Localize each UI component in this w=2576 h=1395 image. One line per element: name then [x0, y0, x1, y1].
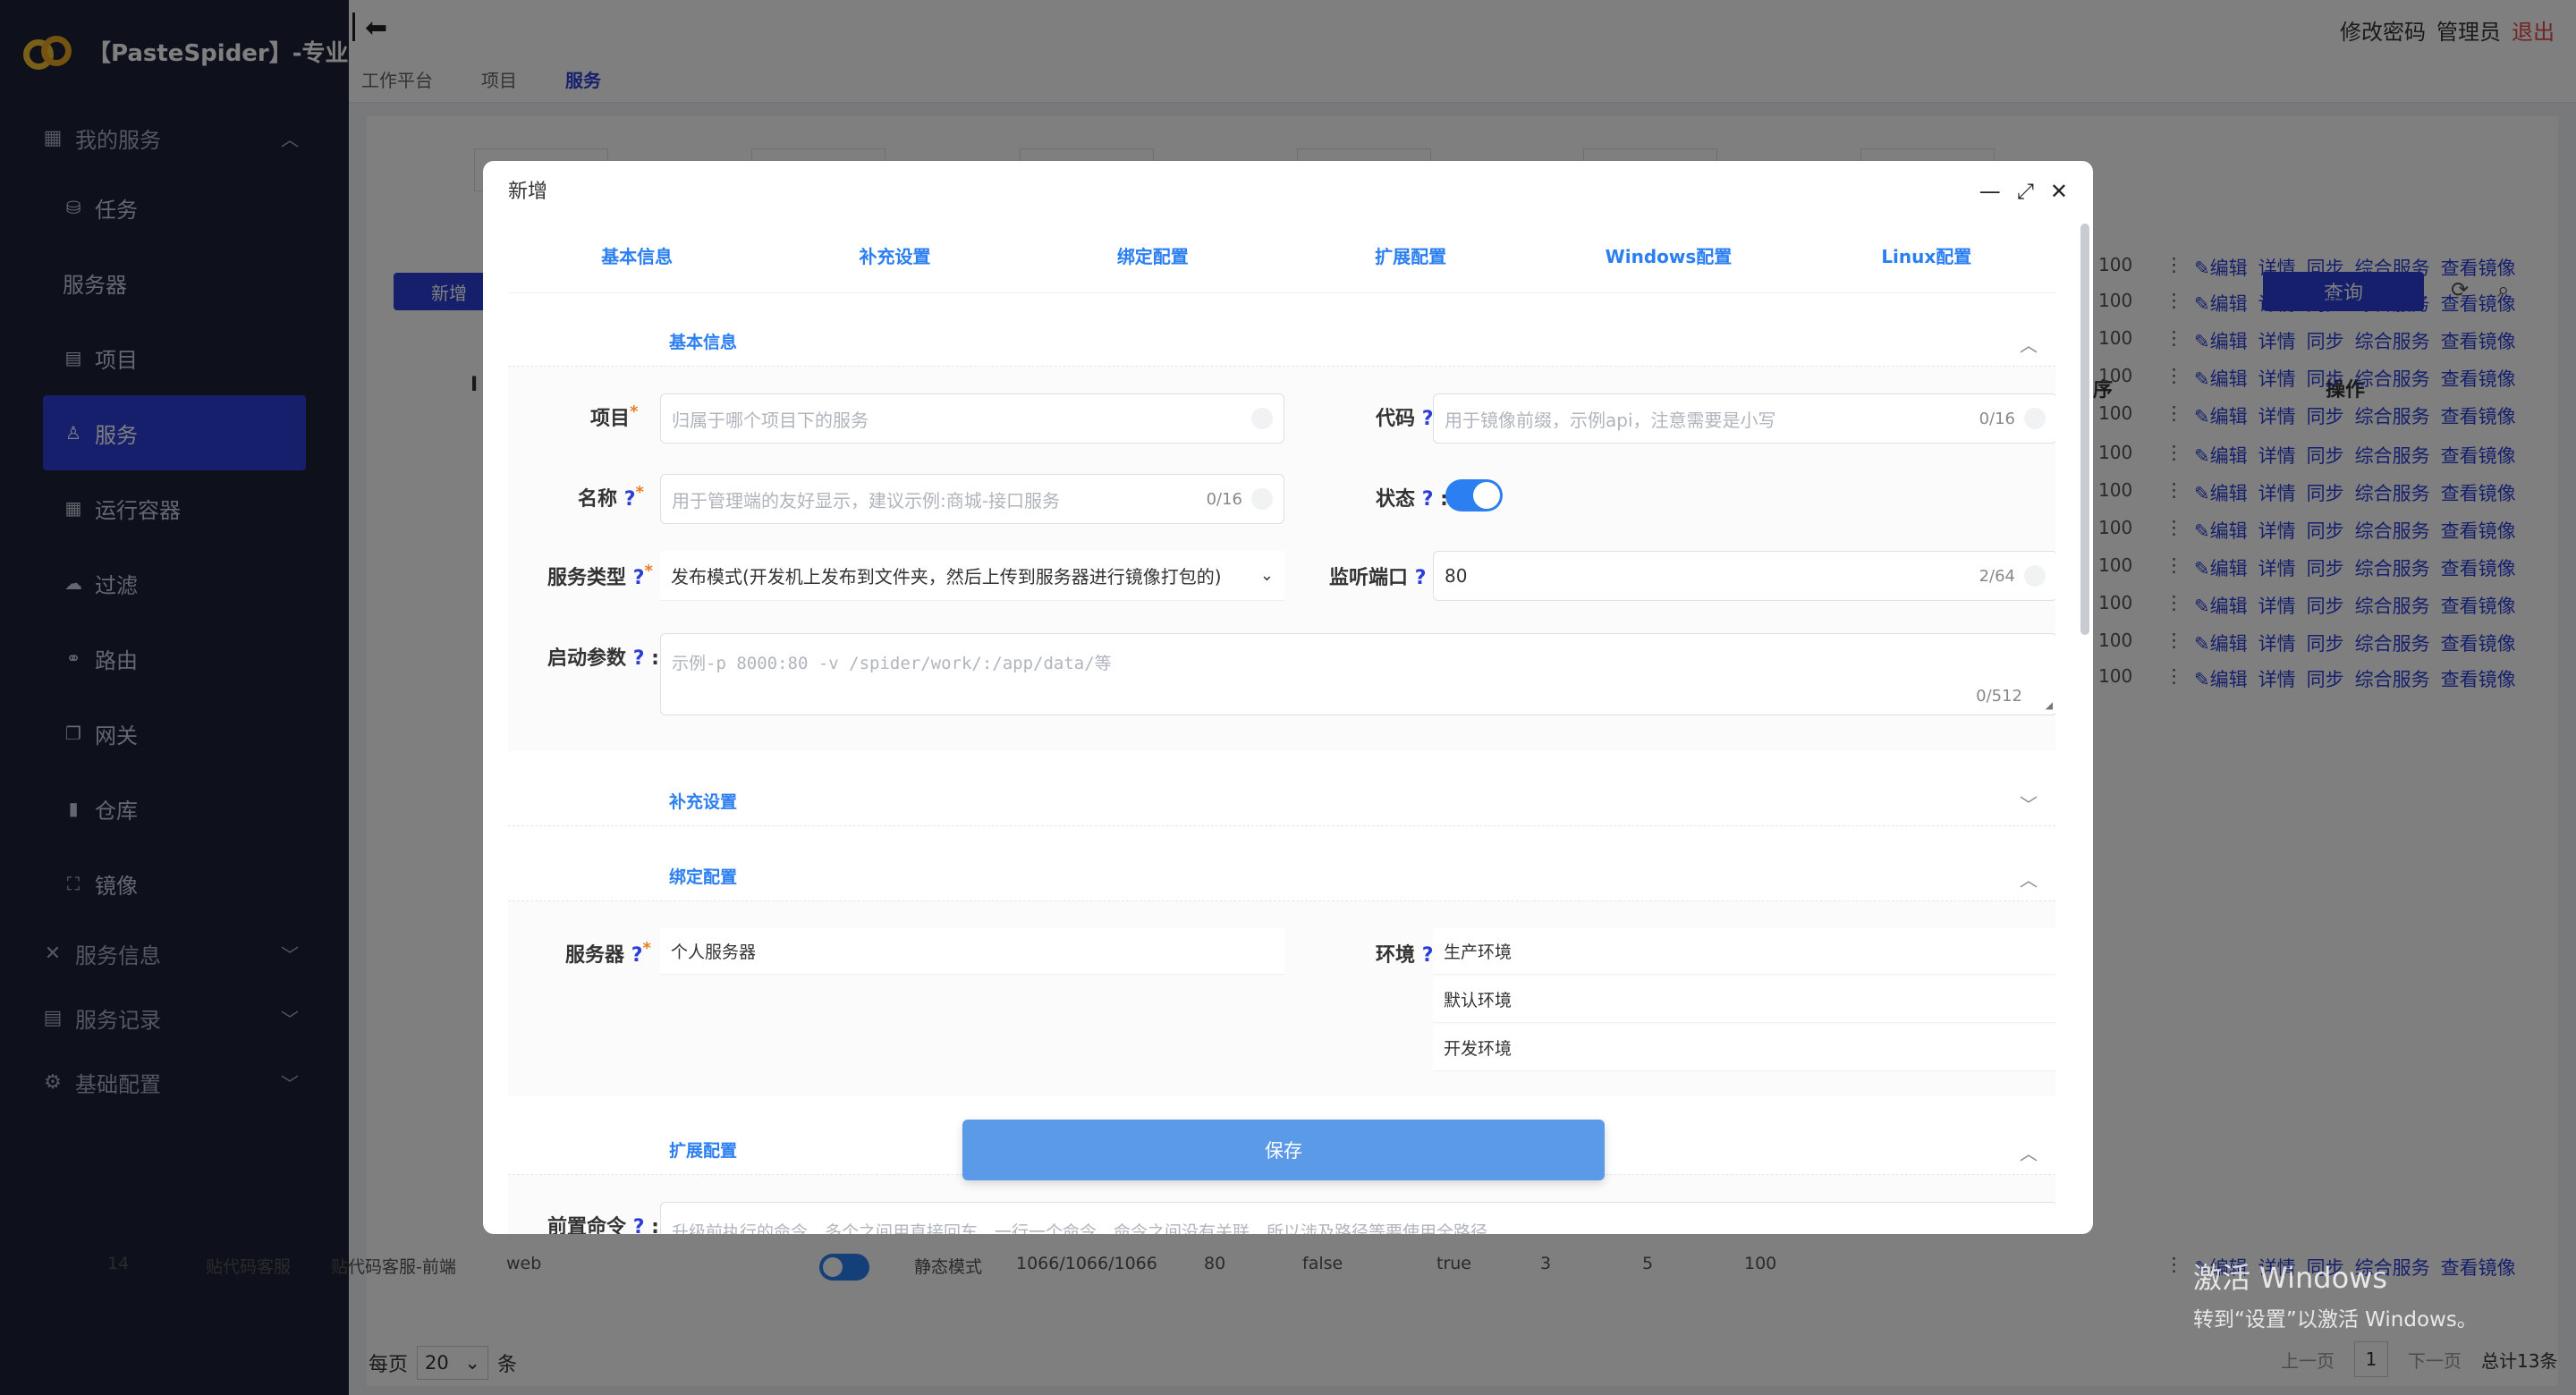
windows-activation-watermark: 激活 Windows 转到“设置”以激活 Windows。 [2193, 1256, 2478, 1332]
watermark-line2: 转到“设置”以激活 Windows。 [2193, 1308, 2478, 1332]
port-value: 80 [1445, 565, 1468, 587]
chevron-down-icon: ﹀ [2020, 794, 2038, 816]
tab-ext[interactable]: 扩展配置 [1282, 242, 1539, 268]
status-toggle[interactable] [1445, 479, 1503, 512]
dialog-tabs: 基本信息 补充设置 绑定配置 扩展配置 Windows配置 Linux配置 [508, 218, 2055, 293]
char-counter: 0/16 [1206, 489, 1242, 509]
field-label-type: 服务类型 ?* [547, 562, 653, 589]
field-label-port: 监听端口 ? : [1329, 567, 1441, 589]
name-placeholder: 用于管理端的友好显示，建议示例:商城-接口服务 [672, 489, 1060, 512]
field-label-precmd: 前置命令 ? : [547, 1216, 659, 1234]
maximize-icon[interactable]: ⤢ [2017, 179, 2034, 204]
dialog-title: 新增 [508, 181, 548, 203]
tab-linux[interactable]: Linux配置 [1798, 242, 2055, 268]
char-counter: 2/64 [1979, 566, 2015, 586]
field-label-name: 名称 ?* [578, 483, 644, 511]
section-title: 补充设置 [669, 792, 738, 812]
dialog-scrollbar[interactable] [2080, 224, 2089, 635]
minimize-icon[interactable]: — [1979, 179, 2001, 204]
dialog-header: 新增 — ⤢ ✕ [483, 161, 2093, 218]
clear-icon[interactable] [1251, 488, 1273, 510]
save-button[interactable]: 保存 [962, 1120, 1605, 1180]
env-option-label: 默认环境 [1444, 991, 1513, 1010]
clear-icon[interactable] [2024, 408, 2046, 429]
watermark-line1: 激活 Windows [2193, 1261, 2388, 1295]
env-option-label: 开发环境 [1444, 1039, 1513, 1059]
section-title: 基本信息 [669, 333, 738, 352]
args-placeholder: 示例-p 8000:80 -v /spider/work/:/app/data/… [672, 654, 1112, 673]
tab-bind[interactable]: 绑定配置 [1024, 242, 1282, 268]
env-option[interactable]: 生产环境 [1433, 928, 2055, 975]
section-title: 绑定配置 [669, 867, 738, 887]
precmd-placeholder: 升级前执行的命令，多个之间用直接回车，一行一个命令，命令之间没有关联，所以涉及路… [672, 1222, 1488, 1234]
field-label-status: 状态 ? : [1376, 488, 1448, 511]
char-counter: 0/16 [1979, 409, 2015, 428]
env-option[interactable]: 默认环境 [1433, 976, 2055, 1023]
service-type-select[interactable]: 发布模式(开发机上发布到文件夹，然后上传到服务器进行镜像打包的) ⌄ [660, 551, 1284, 601]
section-header-basic[interactable]: 基本信息 ︿ [508, 293, 2055, 367]
tab-windows[interactable]: Windows配置 [1539, 242, 1797, 268]
field-label-args: 启动参数 ? : [547, 647, 659, 670]
env-option-label: 生产环境 [1444, 943, 1513, 962]
toggle-knob [1473, 482, 1500, 509]
port-input[interactable]: 80 2/64 [1433, 551, 2055, 601]
service-type-value: 发布模式(开发机上发布到文件夹，然后上传到服务器进行镜像打包的) [671, 566, 1222, 588]
resize-handle-icon[interactable]: ◢ [2046, 698, 2053, 713]
add-service-dialog: 新增 — ⤢ ✕ 基本信息 补充设置 绑定配置 扩展配置 Windows配置 L… [483, 161, 2093, 1234]
project-placeholder: 归属于哪个项目下的服务 [672, 409, 869, 431]
tab-basic[interactable]: 基本信息 [508, 242, 766, 268]
section-header-bind[interactable]: 绑定配置 ︿ [508, 826, 2055, 901]
field-label-server: 服务器 ?* [565, 939, 651, 967]
dialog-body: 基本信息 补充设置 绑定配置 扩展配置 Windows配置 Linux配置 基本… [508, 218, 2055, 1234]
chevron-up-icon: ︿ [2020, 869, 2038, 891]
close-icon[interactable]: ✕ [2050, 179, 2068, 204]
clear-icon[interactable] [2024, 565, 2046, 587]
dialog-controls: — ⤢ ✕ [1979, 179, 2068, 204]
section-panel-bind: 服务器 ?* 个人服务器 环境 ?* 生产环境 默认环境 开发环境 [508, 901, 2055, 1096]
chevron-down-icon: ⌄ [1259, 566, 1274, 585]
field-label-project: 项目* [590, 402, 639, 430]
startup-args-textarea[interactable]: 示例-p 8000:80 -v /spider/work/:/app/data/… [660, 633, 2055, 715]
chevron-up-icon: ︿ [2020, 334, 2038, 356]
section-panel-basic: 项目* 归属于哪个项目下的服务 代码 ?* 用于镜像前缀，示例api，注意需要是… [508, 367, 2055, 751]
code-placeholder: 用于镜像前缀，示例api，注意需要是小写 [1445, 409, 1776, 431]
name-input[interactable]: 用于管理端的友好显示，建议示例:商城-接口服务 0/16 [660, 474, 1284, 524]
server-option-label: 个人服务器 [671, 943, 757, 962]
section-panel-ext: 前置命令 ? : 升级前执行的命令，多个之间用直接回车，一行一个命令，命令之间没… [508, 1175, 2055, 1234]
chevron-up-icon: ︿ [2020, 1143, 2038, 1164]
char-counter: 0/512 [1976, 687, 2022, 706]
field-label-code: 代码 ?* [1376, 402, 1442, 430]
env-option[interactable]: 开发环境 [1433, 1025, 2055, 1071]
section-title: 扩展配置 [669, 1141, 738, 1161]
code-input[interactable]: 用于镜像前缀，示例api，注意需要是小写 0/16 [1433, 393, 2055, 444]
field-label-env: 环境 ?* [1376, 939, 1442, 967]
project-select[interactable]: 归属于哪个项目下的服务 [660, 393, 1284, 444]
section-header-extra[interactable]: 补充设置 ﹀ [508, 751, 2055, 826]
pre-command-textarea[interactable]: 升级前执行的命令，多个之间用直接回车，一行一个命令，命令之间没有关联，所以涉及路… [660, 1202, 2055, 1234]
server-option[interactable]: 个人服务器 [660, 928, 1284, 975]
clear-icon[interactable] [1251, 408, 1273, 429]
tab-extra[interactable]: 补充设置 [766, 242, 1023, 268]
